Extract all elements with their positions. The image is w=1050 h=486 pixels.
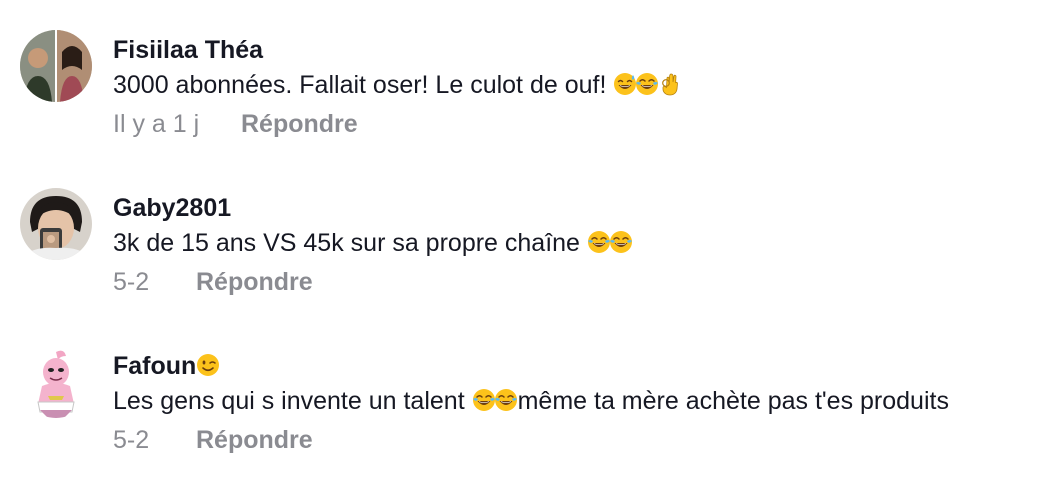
user-avatar[interactable] — [20, 30, 92, 102]
comment-username[interactable]: Fisiilaa Théa — [113, 36, 263, 65]
joy-emoji — [635, 72, 659, 96]
user-avatar[interactable] — [20, 188, 92, 260]
comment-timestamp: Il y a 1 j — [113, 110, 200, 138]
comment-text-before: Les gens qui s invente un talent — [113, 387, 465, 415]
comment-text-content: 3000 abonnées. Fallait oser! Le culot de… — [113, 71, 607, 99]
comment-username-text: Fafoun — [113, 352, 197, 380]
comment-username[interactable]: Gaby2801 — [113, 194, 231, 223]
wink-emoji — [196, 353, 220, 377]
comment-item: Fafoun Les gens qui s invente un talent … — [0, 336, 1050, 486]
comment-item: Gaby2801 3k de 15 ans VS 45k sur sa prop… — [0, 178, 1050, 328]
comment-text-content: 3k de 15 ans VS 45k sur sa propre chaîne — [113, 229, 580, 257]
comment-timestamp: 5-2 — [113, 426, 150, 454]
joy-emoji — [472, 388, 496, 412]
reply-button[interactable]: Répondre — [241, 110, 358, 139]
ok-hand-emoji — [657, 72, 681, 96]
comment-username[interactable]: Fafoun — [113, 352, 220, 381]
comment-item: Fisiilaa Théa 3000 abonnées. Fallait ose… — [0, 20, 1050, 170]
comment-text: 3k de 15 ans VS 45k sur sa propre chaîne — [113, 229, 633, 258]
joy-emoji — [587, 230, 611, 254]
reply-button[interactable]: Répondre — [196, 426, 313, 455]
joy-emoji — [494, 388, 518, 412]
comment-text: 3000 abonnées. Fallait oser! Le culot de… — [113, 71, 681, 100]
reply-button[interactable]: Répondre — [196, 268, 313, 297]
comment-text: Les gens qui s invente un talent même ta… — [113, 387, 949, 416]
joy-emoji — [609, 230, 633, 254]
user-avatar[interactable] — [20, 346, 92, 418]
comment-timestamp: 5-2 — [113, 268, 150, 296]
sweat-smile-emoji — [613, 72, 637, 96]
comment-text-after: même ta mère achète pas t'es produits — [517, 387, 949, 415]
